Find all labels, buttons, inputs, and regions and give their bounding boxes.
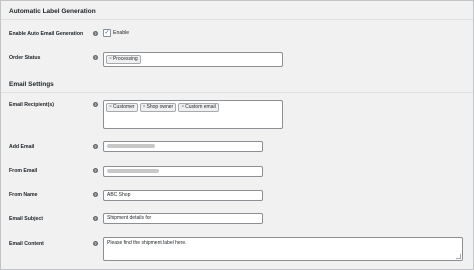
chip-customer: ×Customer <box>106 103 138 112</box>
section-heading-auto-label: Automatic Label Generation <box>9 8 96 15</box>
chip-processing: ×Processing <box>106 55 141 64</box>
chip-label: Processing <box>112 56 138 62</box>
resize-handle-icon[interactable] <box>456 254 461 259</box>
help-icon[interactable]: ? <box>93 241 98 246</box>
chip-shop-owner: ×Shop owner <box>139 103 177 112</box>
help-icon[interactable]: ? <box>93 192 98 197</box>
enable-auto-email-label: Enable Auto Email Generation <box>9 31 84 37</box>
chip-custom-email: ×Custom email <box>178 103 219 112</box>
email-subject-label: Email Subject <box>9 216 44 222</box>
email-content-textarea[interactable]: Please find the shipment label here. <box>103 237 463 261</box>
add-email-input[interactable] <box>103 141 263 152</box>
email-content-text: Please find the shipment label here. <box>107 240 187 246</box>
redacted-email <box>107 168 159 173</box>
help-icon[interactable]: ? <box>93 144 98 149</box>
email-recipients-label: Email Recipient(s) <box>9 102 54 108</box>
help-icon[interactable]: ? <box>93 102 98 107</box>
order-status-select[interactable]: ×Processing <box>103 52 283 67</box>
add-email-label: Add Email <box>9 144 35 150</box>
section-divider <box>1 19 473 20</box>
remove-chip-icon[interactable]: × <box>143 104 146 110</box>
chip-label: Customer <box>112 104 135 110</box>
enable-checkbox-label[interactable]: Enable <box>113 30 129 36</box>
section-divider <box>1 92 473 93</box>
email-recipients-select[interactable]: ×Customer ×Shop owner ×Custom email <box>103 100 283 129</box>
from-email-input[interactable] <box>103 166 263 177</box>
remove-chip-icon[interactable]: × <box>181 104 184 110</box>
from-name-input[interactable]: ABC Shop <box>103 190 263 201</box>
enable-auto-email-checkbox[interactable]: ✓ <box>103 29 111 37</box>
order-status-label: Order Status <box>9 55 41 61</box>
from-email-label: From Email <box>9 168 38 174</box>
remove-chip-icon[interactable]: × <box>109 56 112 62</box>
from-name-label: From Name <box>9 192 38 198</box>
section-heading-email-settings: Email Settings <box>9 81 54 88</box>
chip-label: Custom email <box>185 104 216 110</box>
email-content-label: Email Content <box>9 241 44 247</box>
help-icon[interactable]: ? <box>93 55 98 60</box>
redacted-email <box>107 143 155 148</box>
help-icon[interactable]: ? <box>93 31 98 36</box>
email-subject-input[interactable]: Shipment details for <box>103 213 263 224</box>
remove-chip-icon[interactable]: × <box>109 104 112 110</box>
help-icon[interactable]: ? <box>93 168 98 173</box>
chip-label: Shop owner <box>146 104 174 110</box>
help-icon[interactable]: ? <box>93 216 98 221</box>
settings-panel: Automatic Label Generation Enable Auto E… <box>0 0 474 270</box>
